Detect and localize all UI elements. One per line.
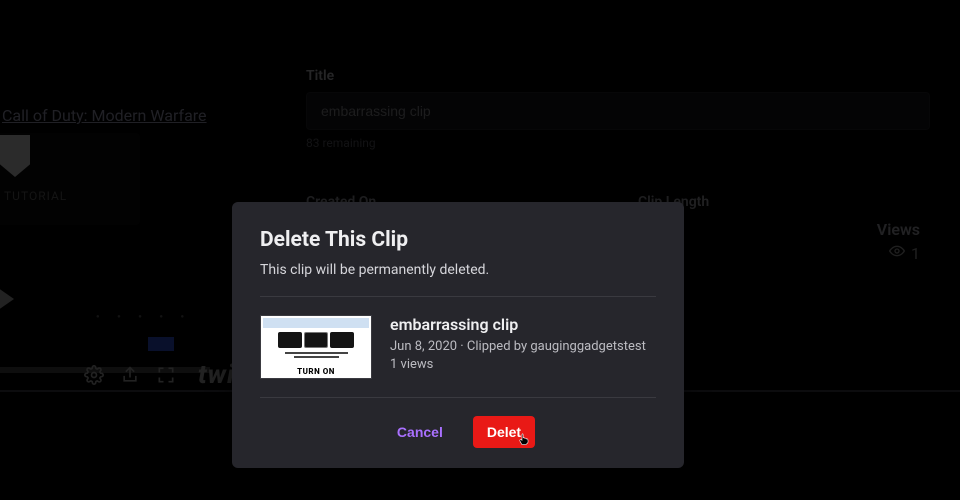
thumb-caption: TURN ON <box>261 367 371 376</box>
cancel-button[interactable]: Cancel <box>381 416 459 448</box>
modal-actions: Cancel Delet <box>260 398 656 448</box>
clip-thumbnail: TURN ON <box>260 315 372 379</box>
clip-title: embarrassing clip <box>390 315 646 334</box>
clip-row: TURN ON embarrassing clip Jun 8, 2020 · … <box>260 297 656 398</box>
clip-meta: embarrassing clip Jun 8, 2020 · Clipped … <box>390 315 646 379</box>
delete-button[interactable]: Delet <box>473 416 535 448</box>
modal-heading: Delete This Clip <box>260 228 656 252</box>
clip-byline: Jun 8, 2020 · Clipped by gauginggadgetst… <box>390 338 646 356</box>
clip-views: 1 views <box>390 356 646 374</box>
cursor-hand-icon <box>517 432 531 446</box>
delete-clip-modal: Delete This Clip This clip will be perma… <box>232 202 684 468</box>
modal-subtitle: This clip will be permanently deleted. <box>260 262 656 297</box>
